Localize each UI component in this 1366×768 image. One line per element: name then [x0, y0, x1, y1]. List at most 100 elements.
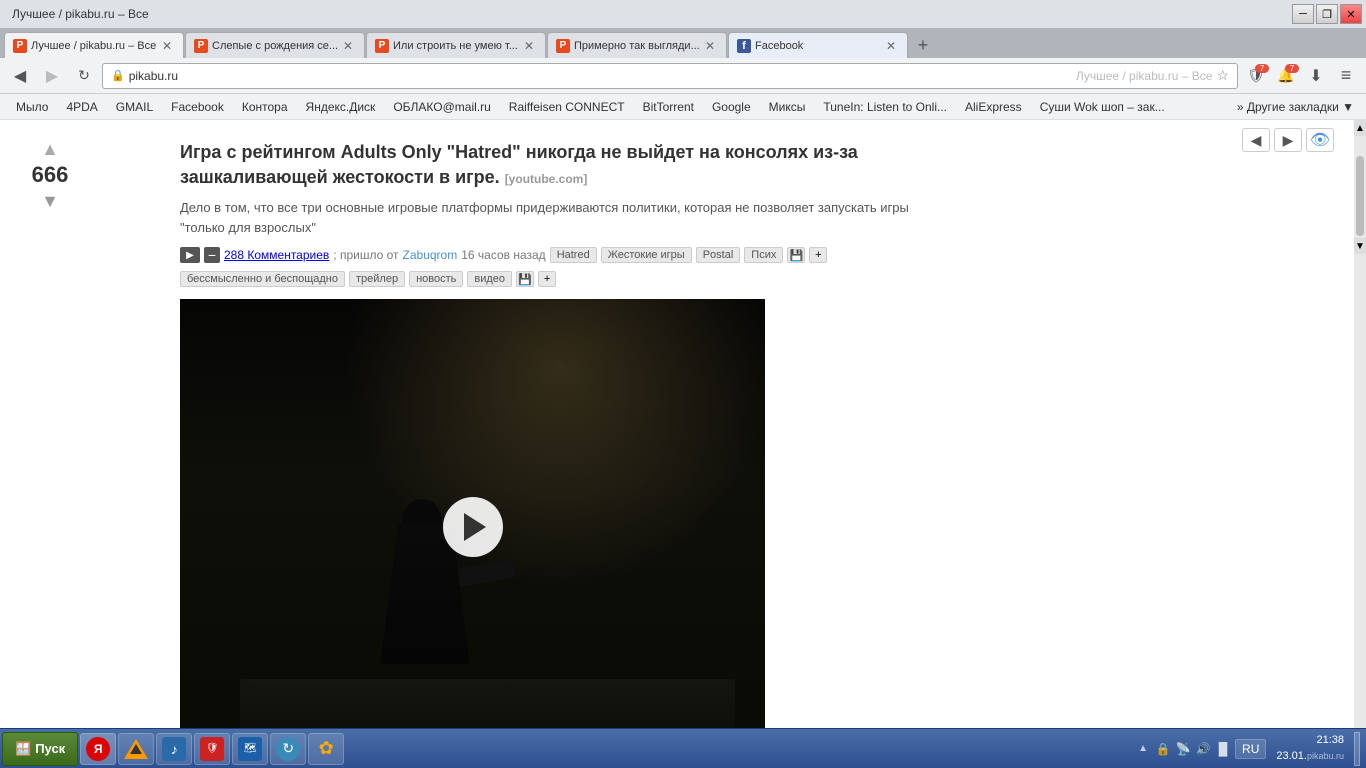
- forward-button[interactable]: ▶: [38, 63, 66, 89]
- tab-4[interactable]: P Примерно так выгляди... ✕: [547, 32, 727, 58]
- taskbar-app-green[interactable]: 🛡: [194, 733, 230, 765]
- scroll-up-arrow[interactable]: ▲: [1354, 120, 1366, 136]
- tag-video[interactable]: видео: [467, 271, 512, 287]
- shield-app-icon: 🛡: [200, 737, 224, 761]
- main-content: ◀ ▶ 👁 ▲ 666 ▼ Игра с рейтингом Adults On…: [0, 120, 1366, 728]
- bookmark-raiffeisen[interactable]: Raiffeisen CONNECT: [501, 98, 633, 116]
- sys-tray-expand[interactable]: ▲: [1135, 741, 1151, 757]
- author-name: Zabuqrom: [403, 248, 458, 262]
- bookmark-gmail[interactable]: GMAIL: [108, 98, 161, 116]
- restore-button[interactable]: ❐: [1316, 4, 1338, 24]
- scrollbar[interactable]: ▲ ▼: [1354, 120, 1366, 728]
- minimize-button[interactable]: ─: [1292, 4, 1314, 24]
- save-button[interactable]: 💾: [787, 247, 805, 263]
- tab-close-2[interactable]: ✕: [340, 38, 356, 54]
- taskbar-music[interactable]: ♪: [156, 733, 192, 765]
- taskbar-app-circular[interactable]: ↻: [270, 733, 306, 765]
- tab-facebook[interactable]: f Facebook ✕: [728, 32, 908, 58]
- new-tab-button[interactable]: +: [909, 32, 937, 58]
- video-player[interactable]: [180, 299, 765, 728]
- taskbar-vlc[interactable]: [118, 733, 154, 765]
- bookmark-oblako[interactable]: ОБЛАКО@mail.ru: [385, 98, 498, 116]
- refresh-button[interactable]: ↻: [70, 63, 98, 89]
- bookmark-facebook[interactable]: Facebook: [163, 98, 232, 116]
- vlc-icon: [124, 737, 148, 761]
- post-container: ▲ 666 ▼ Игра с рейтингом Adults Only "Ha…: [0, 120, 960, 728]
- clock-date: 23.01.pikabu.ru: [1276, 749, 1344, 764]
- comments-link[interactable]: 288 Комментариев: [224, 248, 329, 262]
- bookmark-bittorrent[interactable]: BitTorrent: [635, 98, 702, 116]
- vote-up-button[interactable]: ▲: [41, 140, 59, 158]
- download-button[interactable]: ⬇: [1302, 63, 1330, 89]
- bookmark-tunein[interactable]: TuneIn: Listen to Onli...: [815, 98, 955, 116]
- scroll-thumb[interactable]: [1356, 156, 1364, 236]
- comments-count: 288 Комментариев: [224, 248, 329, 262]
- bookmark-sushi[interactable]: Суши Wok шоп – зак...: [1032, 98, 1173, 116]
- other-bookmarks[interactable]: » Другие закладки ▼: [1233, 98, 1358, 116]
- vote-count: 666: [32, 162, 69, 188]
- close-button[interactable]: ✕: [1340, 4, 1362, 24]
- tab-close-4[interactable]: ✕: [702, 38, 718, 54]
- add-tag-button[interactable]: +: [809, 247, 827, 263]
- save-button-2[interactable]: 💾: [516, 271, 534, 287]
- bookmarks-bar: Мыло 4PDA GMAIL Facebook Контора Яндекс.…: [0, 94, 1366, 120]
- bookmark-mylo[interactable]: Мыло: [8, 98, 56, 116]
- page-prev-button[interactable]: ◀: [1242, 128, 1270, 152]
- taskbar-right: ▲ 🔒 📡 🔊 ▐▌ RU 21:38 23.01.pikabu.ru: [1131, 732, 1364, 766]
- blue-app-icon: 🗺: [238, 737, 262, 761]
- back-button[interactable]: ◀: [6, 63, 34, 89]
- clock-time: 21:38: [1276, 733, 1344, 748]
- sys-tray-icons: 🔒 📡 🔊 ▐▌: [1155, 741, 1231, 757]
- minus-icon[interactable]: −: [204, 247, 220, 263]
- taskbar-app-symbol[interactable]: ✿: [308, 733, 344, 765]
- extensions-button[interactable]: 🛡 7: [1242, 63, 1270, 89]
- tag-news[interactable]: новость: [409, 271, 463, 287]
- taskbar: 🪟 Пуск Я ♪ 🛡: [0, 728, 1366, 768]
- notification-button[interactable]: 🔔 7: [1272, 63, 1300, 89]
- add-tag-button-2[interactable]: +: [538, 271, 556, 287]
- bookmark-google[interactable]: Google: [704, 98, 759, 116]
- tag-trailer[interactable]: трейлер: [349, 271, 405, 287]
- tab-close-1[interactable]: ✕: [159, 38, 175, 54]
- tab-active[interactable]: P Лучшее / pikabu.ru – Все ✕: [4, 32, 184, 58]
- bookmark-4pda[interactable]: 4PDA: [58, 98, 105, 116]
- tab-3[interactable]: P Или строить не умею т... ✕: [366, 32, 546, 58]
- page-area: ◀ ▶ 👁 ▲ 666 ▼ Игра с рейтингом Adults On…: [0, 120, 1354, 728]
- page-navigation: ◀ ▶ 👁: [1242, 128, 1334, 152]
- tab-close-3[interactable]: ✕: [521, 38, 537, 54]
- page-view-button[interactable]: 👁: [1306, 128, 1334, 152]
- address-bar[interactable]: 🔒 pikabu.ru Лучшее / pikabu.ru – Все ☆: [102, 63, 1238, 89]
- bookmark-yadisk[interactable]: Яндекс.Диск: [298, 98, 384, 116]
- tag-meaningless[interactable]: бессмысленно и беспощадно: [180, 271, 345, 287]
- show-desktop-button[interactable]: [1354, 732, 1360, 766]
- tab-favicon-1: P: [13, 39, 27, 53]
- tab-favicon-2: P: [194, 39, 208, 53]
- browser-window: Лучшее / pikabu.ru – Все ─ ❐ ✕ P Лучшее …: [0, 0, 1366, 768]
- page-next-button[interactable]: ▶: [1274, 128, 1302, 152]
- bookmark-mixcloud[interactable]: Миксы: [761, 98, 814, 116]
- post-description: Дело в том, что все три основные игровые…: [180, 198, 940, 237]
- menu-button[interactable]: ≡: [1332, 63, 1360, 89]
- author-link[interactable]: Zabuqrom: [403, 248, 458, 262]
- tab-title-1: Лучшее / pikabu.ru – Все: [31, 40, 159, 52]
- taskbar-yandex-browser[interactable]: Я: [80, 733, 116, 765]
- tag-psih[interactable]: Псих: [744, 247, 783, 263]
- taskbar-app-blue[interactable]: 🗺: [232, 733, 268, 765]
- post-meta: ▶ − 288 Комментариев ; пришло от Zabuqro…: [180, 247, 940, 263]
- play-icon[interactable]: ▶: [180, 247, 200, 263]
- play-button[interactable]: [180, 299, 765, 728]
- tag-hatred[interactable]: Hatred: [550, 247, 597, 263]
- start-button[interactable]: 🪟 Пуск: [2, 732, 78, 766]
- bookmark-kontora[interactable]: Контора: [234, 98, 296, 116]
- vote-down-button[interactable]: ▼: [41, 192, 59, 210]
- scroll-down-arrow[interactable]: ▼: [1354, 238, 1366, 254]
- bookmark-star-icon[interactable]: ☆: [1216, 67, 1229, 84]
- tag-violent-games[interactable]: Жестокие игры: [601, 247, 692, 263]
- post-title: Игра с рейтингом Adults Only "Hatred" ни…: [180, 140, 940, 190]
- tab-2[interactable]: P Слепые с рождения се... ✕: [185, 32, 365, 58]
- tag-postal[interactable]: Postal: [696, 247, 741, 263]
- tab-close-fb[interactable]: ✕: [883, 38, 899, 54]
- language-button[interactable]: RU: [1235, 739, 1266, 759]
- bookmark-aliexpress[interactable]: AliExpress: [957, 98, 1030, 116]
- start-label: Пуск: [35, 741, 65, 756]
